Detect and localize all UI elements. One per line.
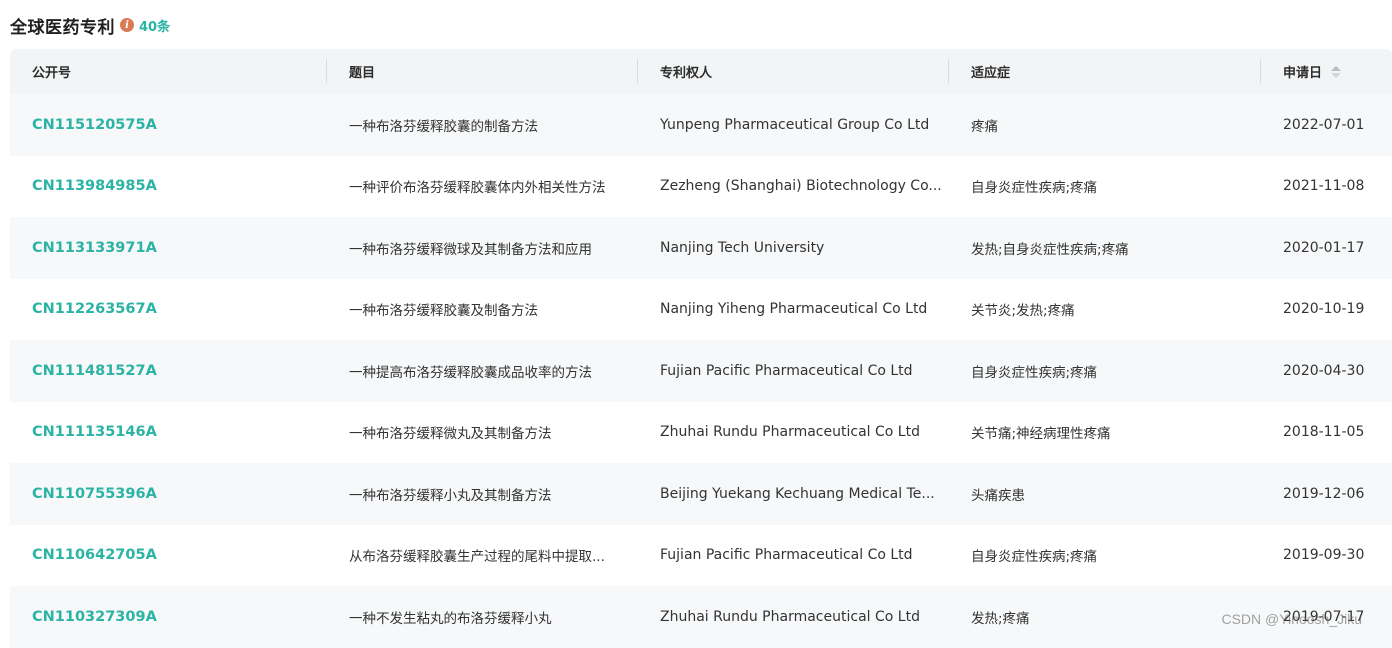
patent-owner: Yunpeng Pharmaceutical Group Co Ltd: [660, 94, 946, 156]
patent-owner: Nanjing Tech University: [660, 217, 946, 279]
patent-title: 一种评价布洛芬缓释胶囊体内外相关性方法: [349, 156, 631, 218]
patent-owner: Beijing Yuekang Kechuang Medical Te...: [660, 463, 946, 525]
patent-owner: Zhuhai Rundu Pharmaceutical Co Ltd: [660, 586, 946, 648]
table-row: CN112263567A 一种布洛芬缓释胶囊及制备方法 Nanjing Yihe…: [10, 279, 1392, 341]
publication-number-link[interactable]: CN111135146A: [32, 402, 322, 464]
indication: 自身炎症性疾病;疼痛: [971, 340, 1256, 402]
patent-title: 一种提高布洛芬缓释胶囊成品收率的方法: [349, 340, 631, 402]
publication-number-link[interactable]: CN113133971A: [32, 217, 322, 279]
column-header-owner: 专利权人: [660, 49, 712, 94]
table-row: CN111481527A 一种提高布洛芬缓释胶囊成品收率的方法 Fujian P…: [10, 340, 1392, 402]
indication: 自身炎症性疾病;疼痛: [971, 156, 1256, 218]
publication-number-link[interactable]: CN110327309A: [32, 586, 322, 648]
column-header-date-label: 申请日: [1283, 62, 1322, 81]
patent-title: 一种布洛芬缓释小丸及其制备方法: [349, 463, 631, 525]
column-header-indication: 适应症: [971, 49, 1010, 94]
patent-title: 一种布洛芬缓释胶囊的制备方法: [349, 94, 631, 156]
patent-title: 一种布洛芬缓释微丸及其制备方法: [349, 402, 631, 464]
publication-number-link[interactable]: CN111481527A: [32, 340, 322, 402]
publication-number-link[interactable]: CN110642705A: [32, 525, 322, 587]
application-date: 2021-11-08: [1283, 156, 1383, 218]
watermark: CSDN @Yinoosh_Jiku: [1221, 611, 1362, 627]
result-count: 40条: [139, 16, 170, 35]
application-date: 2020-01-17: [1283, 217, 1383, 279]
table-row: CN111135146A 一种布洛芬缓释微丸及其制备方法 Zhuhai Rund…: [10, 402, 1392, 464]
application-date: 2018-11-05: [1283, 402, 1383, 464]
info-icon[interactable]: i: [120, 18, 134, 32]
patent-title: 一种布洛芬缓释胶囊及制备方法: [349, 279, 631, 341]
column-divider[interactable]: [1260, 59, 1261, 83]
table-row: CN110642705A 从布洛芬缓释胶囊生产过程的尾料中提取... Fujia…: [10, 525, 1392, 587]
application-date: 2020-10-19: [1283, 279, 1383, 341]
patent-owner: Zhuhai Rundu Pharmaceutical Co Ltd: [660, 402, 946, 464]
patent-owner: Fujian Pacific Pharmaceutical Co Ltd: [660, 340, 946, 402]
publication-number-link[interactable]: CN115120575A: [32, 94, 322, 156]
publication-number-link[interactable]: CN112263567A: [32, 279, 322, 341]
table-row: CN113133971A 一种布洛芬缓释微球及其制备方法和应用 Nanjing …: [10, 217, 1392, 279]
indication: 发热;自身炎症性疾病;疼痛: [971, 217, 1256, 279]
page-title: 全球医药专利: [10, 13, 115, 38]
table-row: CN115120575A 一种布洛芬缓释胶囊的制备方法 Yunpeng Phar…: [10, 94, 1392, 156]
patent-title: 一种不发生粘丸的布洛芬缓释小丸: [349, 586, 631, 648]
application-date: 2019-12-06: [1283, 463, 1383, 525]
indication: 疼痛: [971, 94, 1256, 156]
indication: 关节炎;发热;疼痛: [971, 279, 1256, 341]
indication: 关节痛;神经病理性疼痛: [971, 402, 1256, 464]
publication-number-link[interactable]: CN113984985A: [32, 156, 322, 218]
table-row: CN113984985A 一种评价布洛芬缓释胶囊体内外相关性方法 Zezheng…: [10, 156, 1392, 218]
page-header: 全球医药专利 i 40条: [10, 12, 170, 38]
patent-table: 公开号 题目 专利权人 适应症 申请日 CN115120575A 一种布洛芬缓释…: [10, 49, 1392, 648]
publication-number-link[interactable]: CN110755396A: [32, 463, 322, 525]
indication: 自身炎症性疾病;疼痛: [971, 525, 1256, 587]
patent-title: 一种布洛芬缓释微球及其制备方法和应用: [349, 217, 631, 279]
patent-owner: Nanjing Yiheng Pharmaceutical Co Ltd: [660, 279, 946, 341]
indication: 发热;疼痛: [971, 586, 1256, 648]
application-date: 2020-04-30: [1283, 340, 1383, 402]
column-divider[interactable]: [326, 59, 327, 83]
column-header-date[interactable]: 申请日: [1283, 49, 1341, 94]
column-header-pub-no: 公开号: [32, 49, 71, 94]
table-row: CN110755396A 一种布洛芬缓释小丸及其制备方法 Beijing Yue…: [10, 463, 1392, 525]
application-date: 2022-07-01: [1283, 94, 1383, 156]
table-row: CN110327309A 一种不发生粘丸的布洛芬缓释小丸 Zhuhai Rund…: [10, 586, 1392, 648]
column-header-title: 题目: [349, 49, 375, 94]
patent-title: 从布洛芬缓释胶囊生产过程的尾料中提取...: [349, 525, 631, 587]
patent-owner: Fujian Pacific Pharmaceutical Co Ltd: [660, 525, 946, 587]
column-divider[interactable]: [637, 59, 638, 83]
column-divider[interactable]: [948, 59, 949, 83]
patent-owner: Zezheng (Shanghai) Biotechnology Co...: [660, 156, 946, 218]
sort-icon[interactable]: [1331, 66, 1341, 78]
table-header: 公开号 题目 专利权人 适应症 申请日: [10, 49, 1392, 94]
application-date: 2019-09-30: [1283, 525, 1383, 587]
indication: 头痛疾患: [971, 463, 1256, 525]
